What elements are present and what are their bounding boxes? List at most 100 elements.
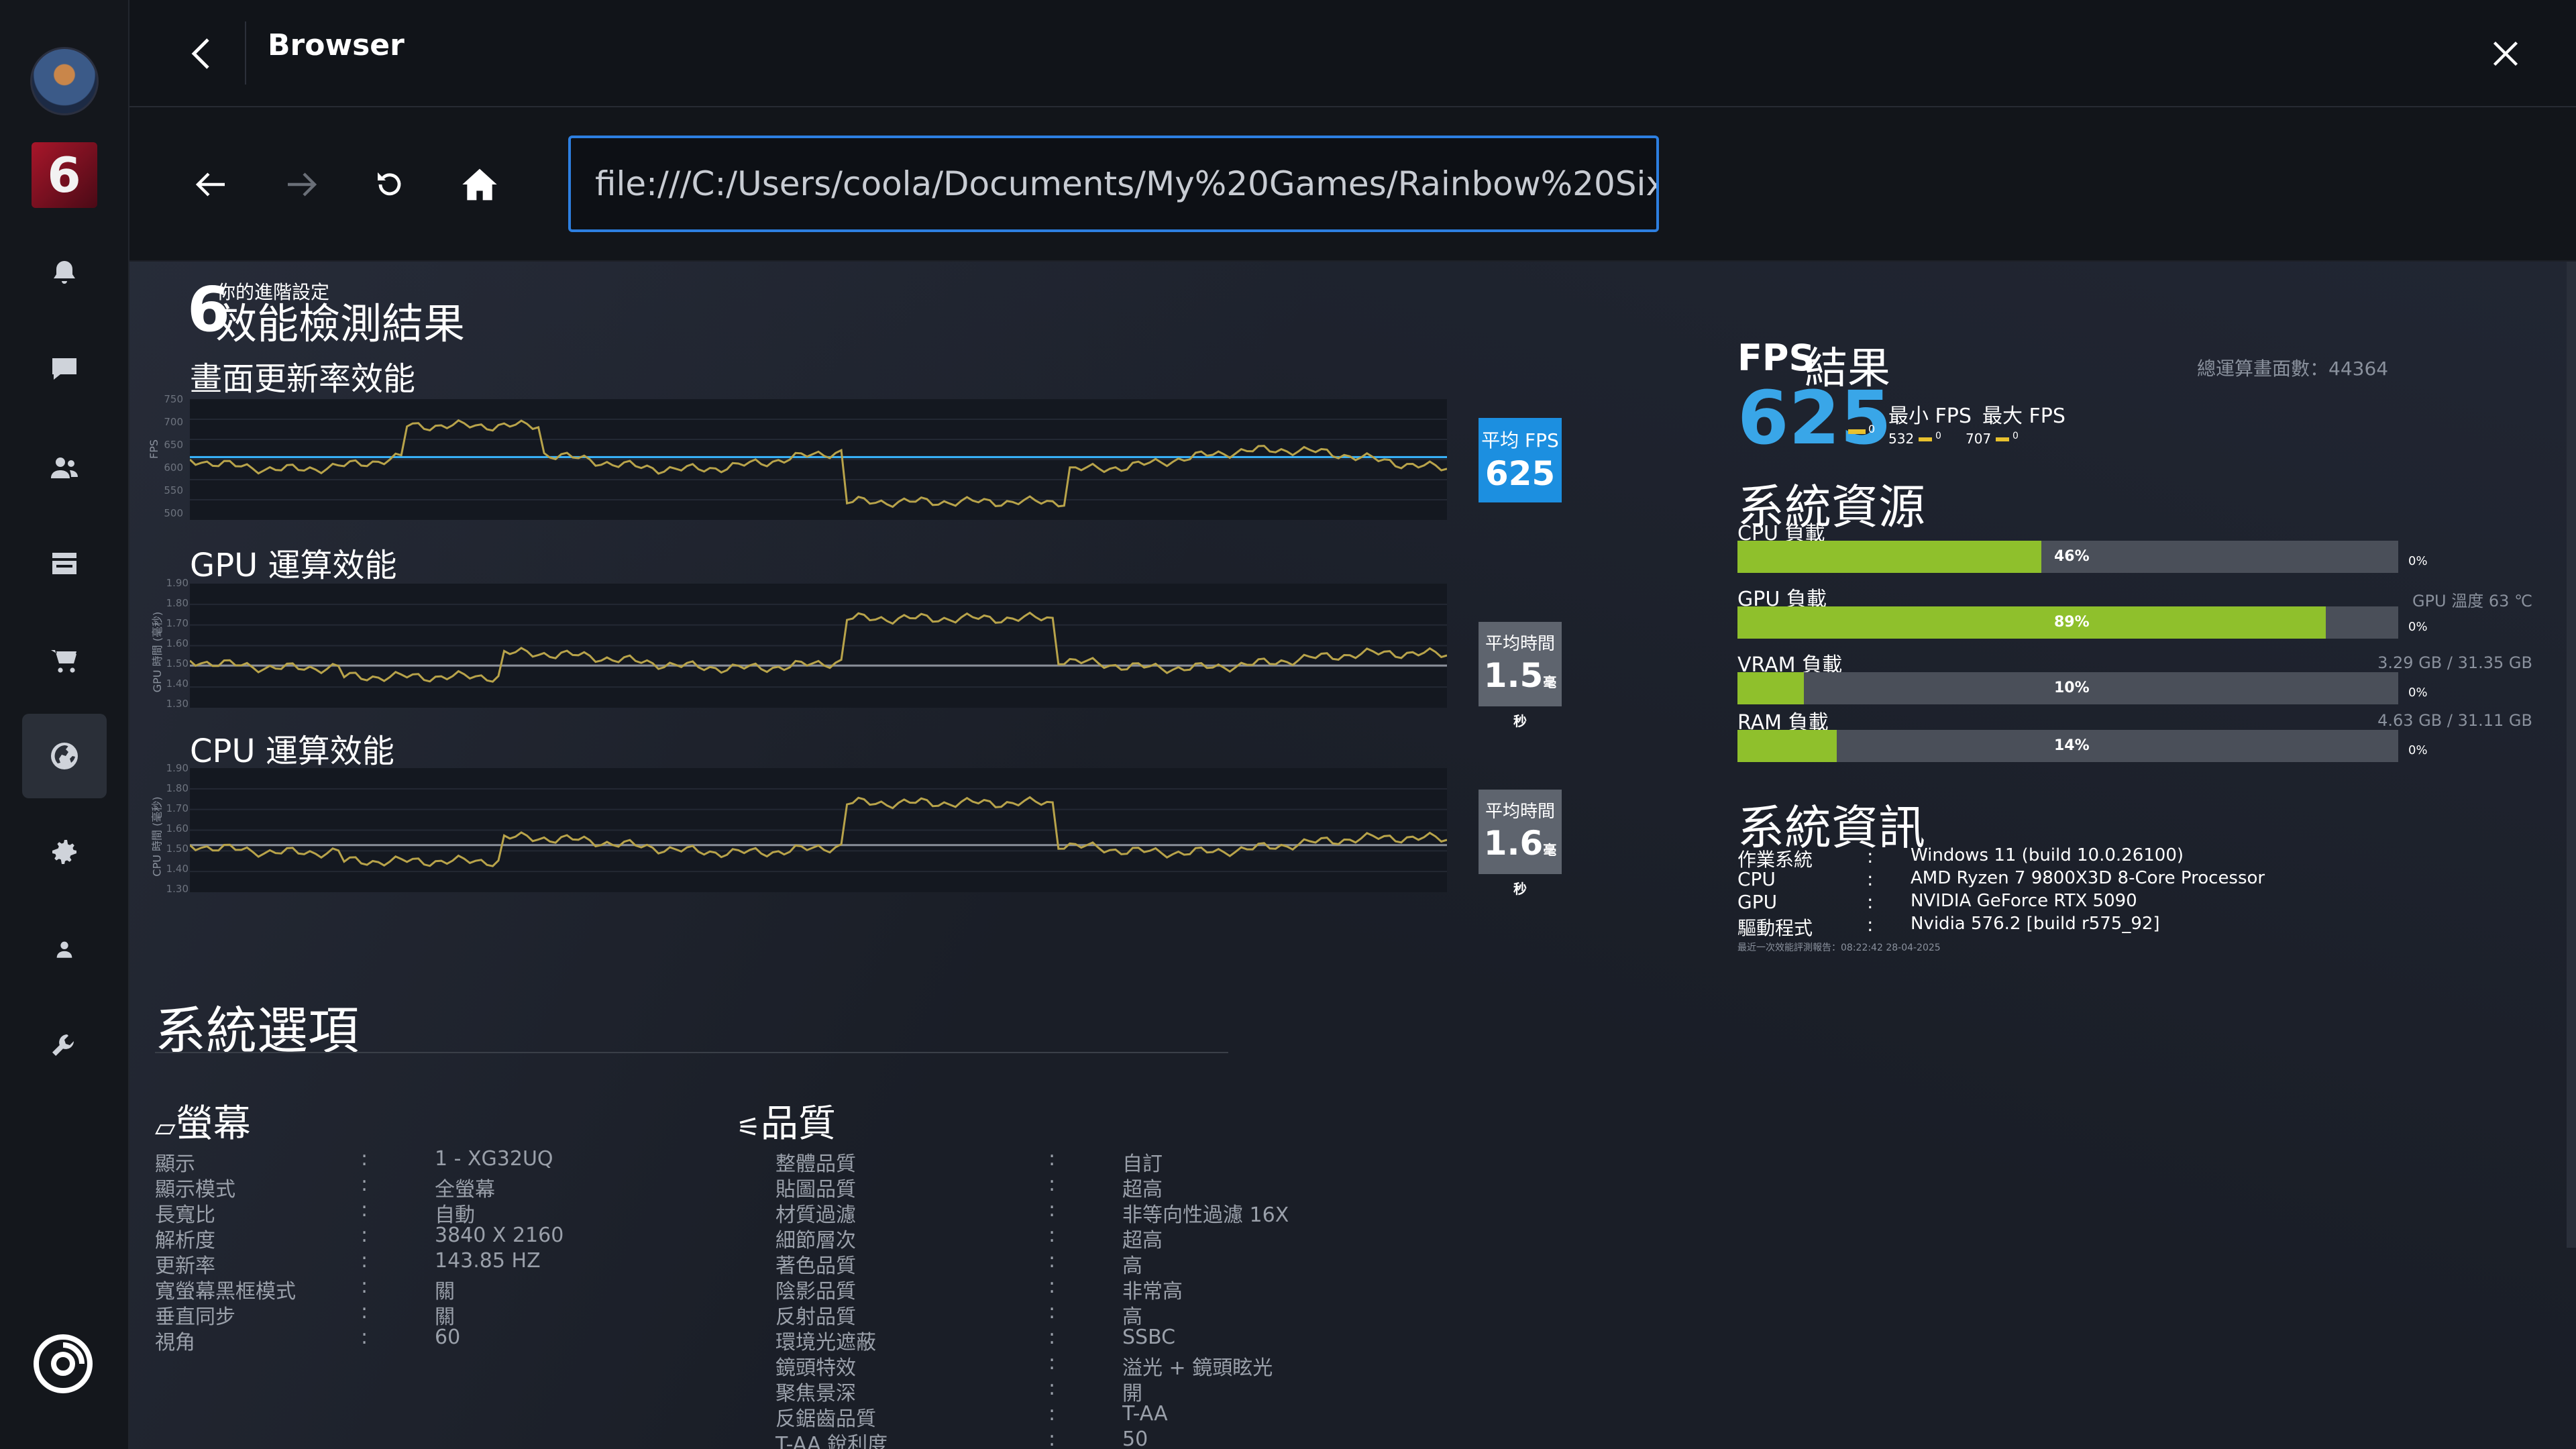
sidebar-item-chat[interactable] xyxy=(34,339,95,399)
sidebar-item-account[interactable] xyxy=(34,919,95,979)
resource-detail: 4.63 GB / 31.11 GB xyxy=(2377,711,2532,730)
y-tick-label: 700 xyxy=(164,416,183,428)
user-avatar[interactable] xyxy=(30,47,99,115)
avg-fps-label: 平均 FPS xyxy=(1481,429,1559,451)
arrow-left-icon xyxy=(195,172,225,197)
sidebar-item-settings[interactable] xyxy=(34,822,95,882)
sysinfo-value: AMD Ryzen 7 9800X3D 8-Core Processor xyxy=(1911,868,2265,888)
min-fps-label: 最小 FPS xyxy=(1888,405,1972,428)
page-scrollbar[interactable] xyxy=(2567,262,2576,1248)
cpu-avg-value: 1.6毫秒 xyxy=(1479,824,1562,902)
option-sep: : xyxy=(361,1147,368,1171)
option-sep: : xyxy=(1049,1377,1056,1400)
game-tile-rainbow-six[interactable]: 6 xyxy=(31,142,97,208)
option-sep: : xyxy=(361,1198,368,1222)
option-key: 視角 xyxy=(155,1331,195,1354)
sysinfo-key: GPU xyxy=(1737,891,1778,913)
option-sep: : xyxy=(1049,1351,1056,1375)
y-tick-label: 1.80 xyxy=(166,597,189,609)
option-sep: : xyxy=(1049,1300,1056,1324)
close-browser-back-button[interactable] xyxy=(176,30,223,77)
resource-bar-fill xyxy=(1737,541,2042,573)
gpu-y-ticks: 1.90 1.80 1.70 1.60 1.50 1.40 1.30 xyxy=(164,577,189,711)
close-button[interactable] xyxy=(2482,30,2529,77)
option-value: 3840 X 2160 xyxy=(435,1224,564,1247)
series-line xyxy=(190,611,1447,683)
option-sep: : xyxy=(1049,1326,1056,1349)
y-tick-label: 1.70 xyxy=(166,617,189,629)
title-divider xyxy=(245,21,246,85)
browser-title-bar: Browser xyxy=(129,0,2576,107)
option-sep: : xyxy=(361,1300,368,1324)
sysinfo-key: 驅動程式 xyxy=(1737,917,1813,939)
address-bar[interactable]: file:///C:/Users/coola/Documents/My%20Ga… xyxy=(568,136,1659,232)
max-fps-sub: 0 xyxy=(2012,431,2019,441)
resource-zero-label: 0% xyxy=(2408,554,2428,568)
sidebar-item-browser[interactable] xyxy=(21,714,107,798)
option-value: SSBC xyxy=(1122,1326,1176,1349)
cpu-y-ticks: 1.90 1.80 1.70 1.60 1.50 1.40 1.30 xyxy=(164,762,189,896)
quality-section-title: ⚟品質 xyxy=(737,1093,836,1148)
resource-bar-fill xyxy=(1737,730,1837,762)
sidebar-item-notifications[interactable] xyxy=(34,243,95,303)
options-divider xyxy=(155,1052,1228,1053)
home-icon xyxy=(462,168,497,201)
avg-fps-value: 625 xyxy=(1485,454,1556,493)
user-icon xyxy=(56,941,72,958)
resource-bar-percent: 89% xyxy=(2054,614,2090,631)
sidebar-item-tools[interactable] xyxy=(34,1016,95,1077)
quality-title-text: 品質 xyxy=(760,1102,836,1146)
series-line xyxy=(190,796,1447,867)
reload-button[interactable] xyxy=(360,154,420,215)
sysinfo-key: CPU xyxy=(1737,868,1776,890)
y-tick-label: 1.40 xyxy=(166,678,189,690)
sysinfo-footnote: 最近一次效能評測報告：08:22:42 28-04-2025 xyxy=(1737,943,1941,953)
chat-icon xyxy=(52,358,76,380)
gpu-chart xyxy=(190,584,1447,708)
option-sep: : xyxy=(1049,1224,1056,1247)
option-sep: : xyxy=(361,1173,368,1196)
forward-button[interactable] xyxy=(271,154,331,215)
max-fps-indicator xyxy=(1996,437,2009,441)
y-tick-label: 1.50 xyxy=(166,657,189,669)
sysinfo-value: Windows 11 (build 10.0.26100) xyxy=(1911,845,2184,865)
sidebar-item-friends[interactable] xyxy=(34,437,95,498)
option-sep: : xyxy=(1049,1147,1056,1171)
option-sep: : xyxy=(361,1249,368,1273)
sliders-icon: ⚟ xyxy=(737,1112,761,1143)
resource-bar-track: 10% xyxy=(1737,672,2398,704)
back-button[interactable] xyxy=(181,154,241,215)
ubisoft-logo-icon[interactable] xyxy=(31,1332,95,1396)
window-title: Browser xyxy=(268,28,405,62)
monitor-icon: ▱ xyxy=(155,1112,176,1143)
option-value: 50 xyxy=(1122,1428,1148,1449)
resource-zero-label: 0% xyxy=(2408,620,2428,634)
fps-y-axis-label: FPS xyxy=(148,439,161,460)
max-fps-value: 707 xyxy=(1966,431,1992,447)
option-sep: : xyxy=(1049,1402,1056,1426)
sidebar-item-store[interactable] xyxy=(34,631,95,691)
cpu-chart-title: CPU 運算效能 xyxy=(190,733,394,770)
arrow-right-icon xyxy=(288,172,317,197)
gpu-y-axis-label: GPU 時間 (毫秒) xyxy=(151,611,164,693)
resource-zero-label: 0% xyxy=(2408,743,2428,757)
min-fps-sub: 0 xyxy=(1935,431,1941,441)
sysinfo-sep: : xyxy=(1867,845,1874,867)
option-value: 143.85 HZ xyxy=(435,1249,541,1273)
resource-bar-track: 89% xyxy=(1737,606,2398,639)
gpu-avg-badge: 平均時間 1.5毫秒 xyxy=(1479,622,1562,729)
fps-chart-title: 畫面更新率效能 xyxy=(190,360,416,398)
y-tick-label: 1.70 xyxy=(166,802,189,814)
resource-bar-track: 14% xyxy=(1737,730,2398,762)
min-fps-value: 532 xyxy=(1888,431,1915,447)
benchmark-page: 6 你的進階設定 效能檢測結果 畫面更新率效能 FPS 750 700 650 600… xyxy=(129,262,2576,1449)
home-button[interactable] xyxy=(449,154,510,215)
close-icon xyxy=(2493,41,2518,66)
y-tick-label: 500 xyxy=(164,507,183,519)
option-sep: : xyxy=(1049,1249,1056,1273)
option-sep: : xyxy=(1049,1428,1056,1449)
option-value: T-AA xyxy=(1122,1402,1168,1426)
sidebar: 6 xyxy=(0,0,129,1449)
sidebar-item-library[interactable] xyxy=(34,533,95,594)
option-key: T-AA 銳利度 xyxy=(775,1433,888,1449)
